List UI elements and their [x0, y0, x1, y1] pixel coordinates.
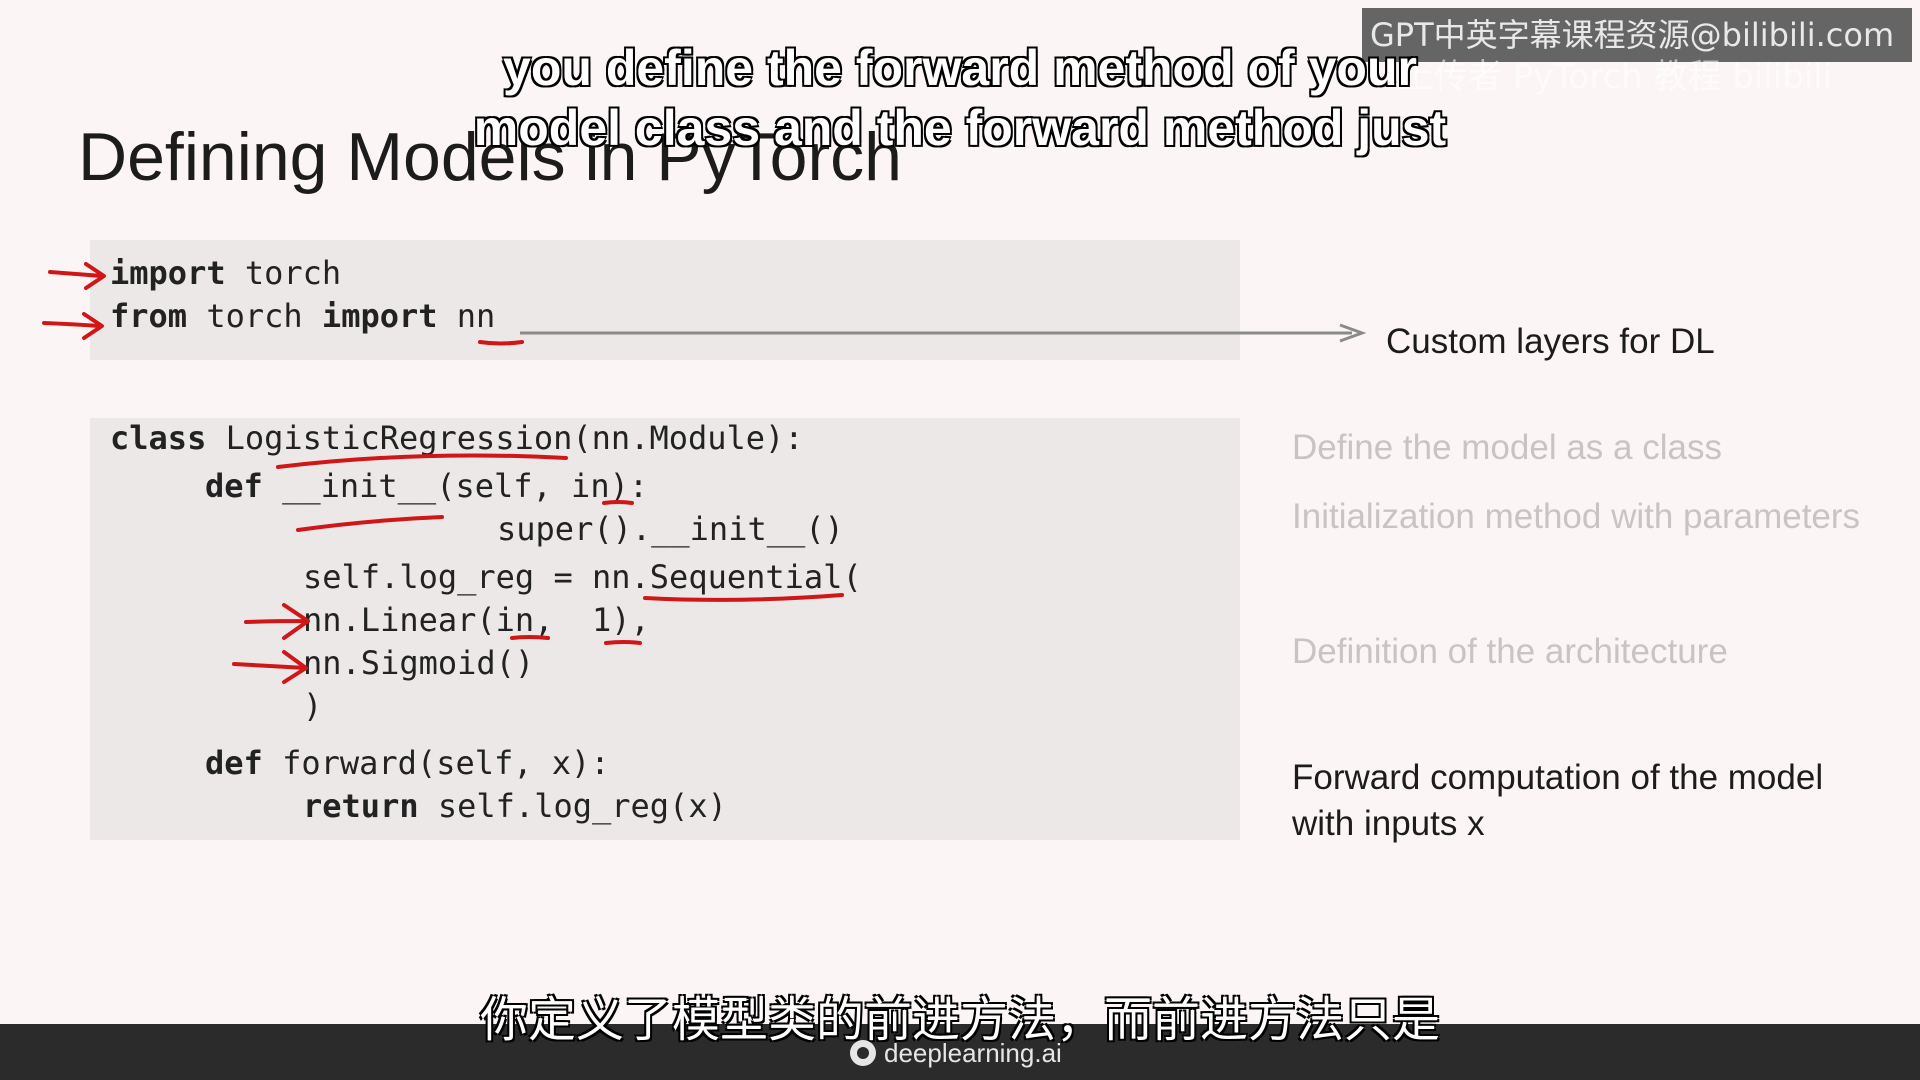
red-underline [478, 340, 524, 346]
red-underline [604, 640, 642, 645]
red-underline [296, 515, 444, 532]
red-underline [643, 593, 844, 602]
red-underline [602, 500, 634, 505]
deeplearning-logo-icon [850, 1040, 876, 1066]
brand: deeplearning.ai [850, 1036, 1062, 1070]
red-arrow-icon [48, 262, 106, 290]
caption-en-line1: you define the forward method of your [502, 39, 1418, 97]
brand-name: deeplearning.ai [884, 1037, 1062, 1068]
red-arrow-icon [244, 603, 310, 640]
red-arrow-icon [232, 650, 308, 684]
red-underline [276, 453, 568, 469]
caption-en-line2: model class and the forward method just [473, 99, 1447, 157]
red-arrow-icon [42, 312, 104, 340]
red-underline [510, 635, 550, 640]
annotation-layer [42, 262, 1367, 684]
